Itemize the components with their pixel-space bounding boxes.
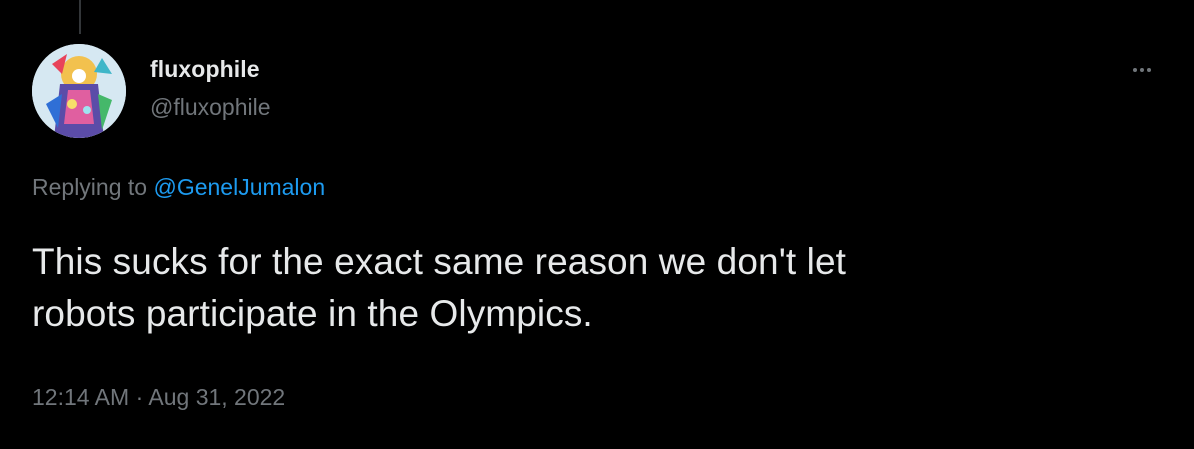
mention-link[interactable]: @GenelJumalon [153, 174, 325, 200]
avatar-image [32, 44, 126, 138]
more-horizontal-icon-dot [1140, 68, 1144, 72]
tweet-text: This sucks for the exact same reason we … [32, 236, 1162, 340]
thread-connector-line [79, 0, 81, 34]
more-horizontal-icon-dot [1147, 68, 1151, 72]
tweet-text-line: robots participate in the Olympics. [32, 293, 593, 334]
tweet-time[interactable]: 12:14 AM [32, 384, 129, 410]
replying-to-line: Replying to @GenelJumalon [32, 174, 325, 201]
tweet-timestamp: 12:14 AM · Aug 31, 2022 [32, 384, 285, 411]
avatar[interactable] [32, 44, 126, 138]
tweet-date[interactable]: Aug 31, 2022 [148, 384, 285, 410]
tweet-text-line: This sucks for the exact same reason we … [32, 241, 847, 282]
timestamp-separator: · [135, 384, 144, 410]
author-handle[interactable]: @fluxophile [150, 94, 271, 121]
author-display-name[interactable]: fluxophile [150, 56, 260, 83]
replying-to-label: Replying to [32, 174, 148, 200]
more-horizontal-icon [1133, 68, 1137, 72]
more-options-button[interactable] [1124, 58, 1160, 82]
